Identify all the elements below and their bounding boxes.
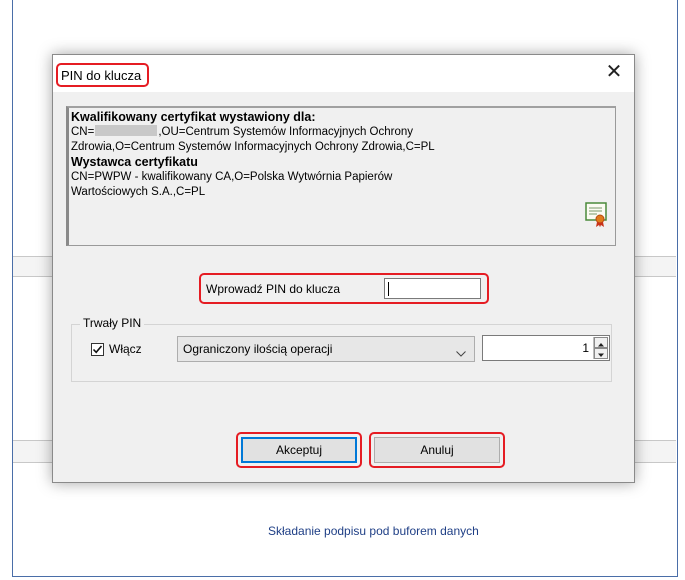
subject-line-2: Zdrowia,O=Centrum Systemów Informacyjnyc… bbox=[71, 141, 435, 153]
close-button[interactable]: ✕ bbox=[600, 60, 628, 86]
persistent-pin-legend: Trwały PIN bbox=[80, 316, 145, 330]
spin-up-button[interactable] bbox=[594, 337, 608, 348]
text-caret bbox=[388, 282, 389, 296]
subject-heading: Kwalifikowany certyfikat wystawiony dla: bbox=[71, 110, 316, 124]
pin-mode-select[interactable]: Ograniczony ilością operacji bbox=[177, 336, 475, 362]
operation-count-spinner[interactable]: 1 bbox=[482, 335, 610, 361]
close-icon: ✕ bbox=[605, 61, 623, 83]
enable-checkbox[interactable] bbox=[91, 343, 104, 356]
pin-dialog: PIN do klucza ✕ Kwalifikowany certyfikat… bbox=[52, 54, 635, 483]
accept-button-highlight: Akceptuj bbox=[236, 432, 362, 468]
certificate-icon bbox=[585, 202, 607, 233]
dialog-titlebar: PIN do klucza ✕ bbox=[53, 55, 634, 92]
subject-line-1: CN= ,OU=Centrum Systemów Informacyjnych O… bbox=[71, 125, 414, 138]
sign-buffer-link[interactable]: Składanie podpisu pod buforem danych bbox=[268, 524, 479, 538]
pin-mode-value: Ograniczony ilością operacji bbox=[183, 342, 333, 356]
spin-down-button[interactable] bbox=[594, 348, 608, 359]
spinner-buttons bbox=[593, 337, 608, 359]
cancel-button[interactable]: Anuluj bbox=[374, 437, 500, 463]
issuer-line-1: CN=PWPW - kwalifikowany CA,O=Polska Wytw… bbox=[71, 171, 393, 183]
redacted-name bbox=[95, 125, 158, 136]
issuer-line-2: Wartościowych S.A.,C=PL bbox=[71, 186, 206, 198]
accept-button[interactable]: Akceptuj bbox=[241, 437, 357, 463]
arrow-down-icon bbox=[598, 353, 604, 357]
chevron-down-icon bbox=[456, 346, 466, 360]
certificate-info-box: Kwalifikowany certyfikat wystawiony dla:… bbox=[66, 106, 616, 246]
operation-count-value: 1 bbox=[582, 341, 589, 355]
pin-input[interactable] bbox=[384, 278, 481, 299]
enable-checkbox-label[interactable]: Włącz bbox=[109, 342, 142, 356]
issuer-heading: Wystawca certyfikatu bbox=[71, 155, 198, 169]
pin-entry-group: Wprowadź PIN do klucza bbox=[199, 273, 489, 304]
checkmark-icon bbox=[92, 345, 103, 354]
pin-label: Wprowadź PIN do klucza bbox=[206, 282, 341, 296]
cancel-button-highlight: Anuluj bbox=[369, 432, 505, 468]
dialog-title: PIN do klucza bbox=[56, 63, 150, 87]
